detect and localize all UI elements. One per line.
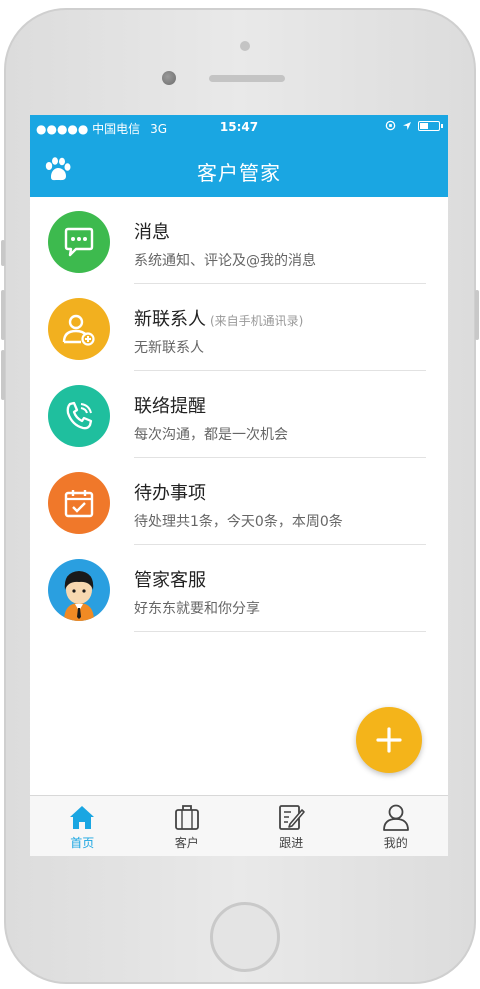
tab-customers[interactable]: 客户: [135, 796, 240, 856]
tab-me[interactable]: 我的: [344, 796, 449, 856]
item-title: 管家客服: [134, 570, 206, 591]
item-subtitle: 待处理共1条，今天0条，本周0条: [134, 514, 343, 530]
tab-label: 客户: [174, 836, 199, 850]
item-title: 新联系人 (来自手机通讯录): [134, 309, 304, 330]
chat-bubble-icon: [48, 211, 110, 273]
location-arrow-icon: [403, 121, 411, 130]
front-camera: [162, 71, 176, 85]
tab-label: 首页: [70, 836, 95, 850]
earpiece-speaker: [209, 75, 285, 82]
proximity-sensor: [240, 41, 250, 51]
list-item-new-contacts[interactable]: 新联系人 (来自手机通讯录) 无新联系人: [30, 284, 448, 371]
briefcase-icon: [174, 805, 199, 830]
status-bar: ●●●●● 中国电信 3G 15:47: [30, 115, 448, 140]
edit-note-icon: [279, 805, 306, 830]
rotation-lock-icon: [385, 120, 396, 131]
tab-bar: 首页 客户 跟进 我的: [30, 795, 448, 856]
tab-home[interactable]: 首页: [30, 796, 135, 856]
volume-down-button: [1, 350, 5, 400]
tab-label: 跟进: [279, 836, 304, 850]
home-icon: [70, 806, 95, 829]
item-title: 待办事项: [134, 483, 206, 504]
add-contact-icon: [48, 298, 110, 360]
mute-switch: [1, 240, 5, 266]
calendar-check-icon: [48, 472, 110, 534]
item-title: 联络提醒: [134, 396, 206, 417]
tab-follow-up[interactable]: 跟进: [239, 796, 344, 856]
list-item-customer-service[interactable]: 管家客服 好东东就要和你分享: [30, 545, 448, 632]
item-subtitle: 每次沟通，都是一次机会: [134, 427, 288, 443]
service-agent-avatar: [48, 559, 110, 621]
item-subtitle: 无新联系人: [134, 340, 204, 356]
plus-icon: [376, 727, 402, 753]
item-subtitle: 系统通知、评论及@我的消息: [134, 253, 316, 269]
volume-up-button: [1, 290, 5, 340]
divider: [134, 631, 426, 632]
page-title: 客户管家: [197, 161, 281, 185]
item-title: 消息: [134, 222, 170, 243]
list-item-contact-reminder[interactable]: 联络提醒 每次沟通，都是一次机会: [30, 371, 448, 458]
app-screen: ●●●●● 中国电信 3G 15:47 客户管家 消息 系统通知、评论及@我的消…: [30, 115, 448, 856]
menu-list: 消息 系统通知、评论及@我的消息 新联系人 (来自手机通讯录) 无新联系人 联络…: [30, 197, 448, 632]
list-item-messages[interactable]: 消息 系统通知、评论及@我的消息: [30, 197, 448, 284]
user-icon: [382, 804, 409, 831]
home-button[interactable]: [210, 902, 280, 972]
navigation-bar: 客户管家: [30, 140, 448, 197]
tab-label: 我的: [383, 836, 408, 850]
add-button[interactable]: [356, 707, 422, 773]
phone-icon: [48, 385, 110, 447]
list-item-todo[interactable]: 待办事项 待处理共1条，今天0条，本周0条: [30, 458, 448, 545]
item-subtitle: 好东东就要和你分享: [134, 601, 260, 617]
power-button: [475, 290, 479, 340]
battery-icon: [418, 120, 443, 131]
